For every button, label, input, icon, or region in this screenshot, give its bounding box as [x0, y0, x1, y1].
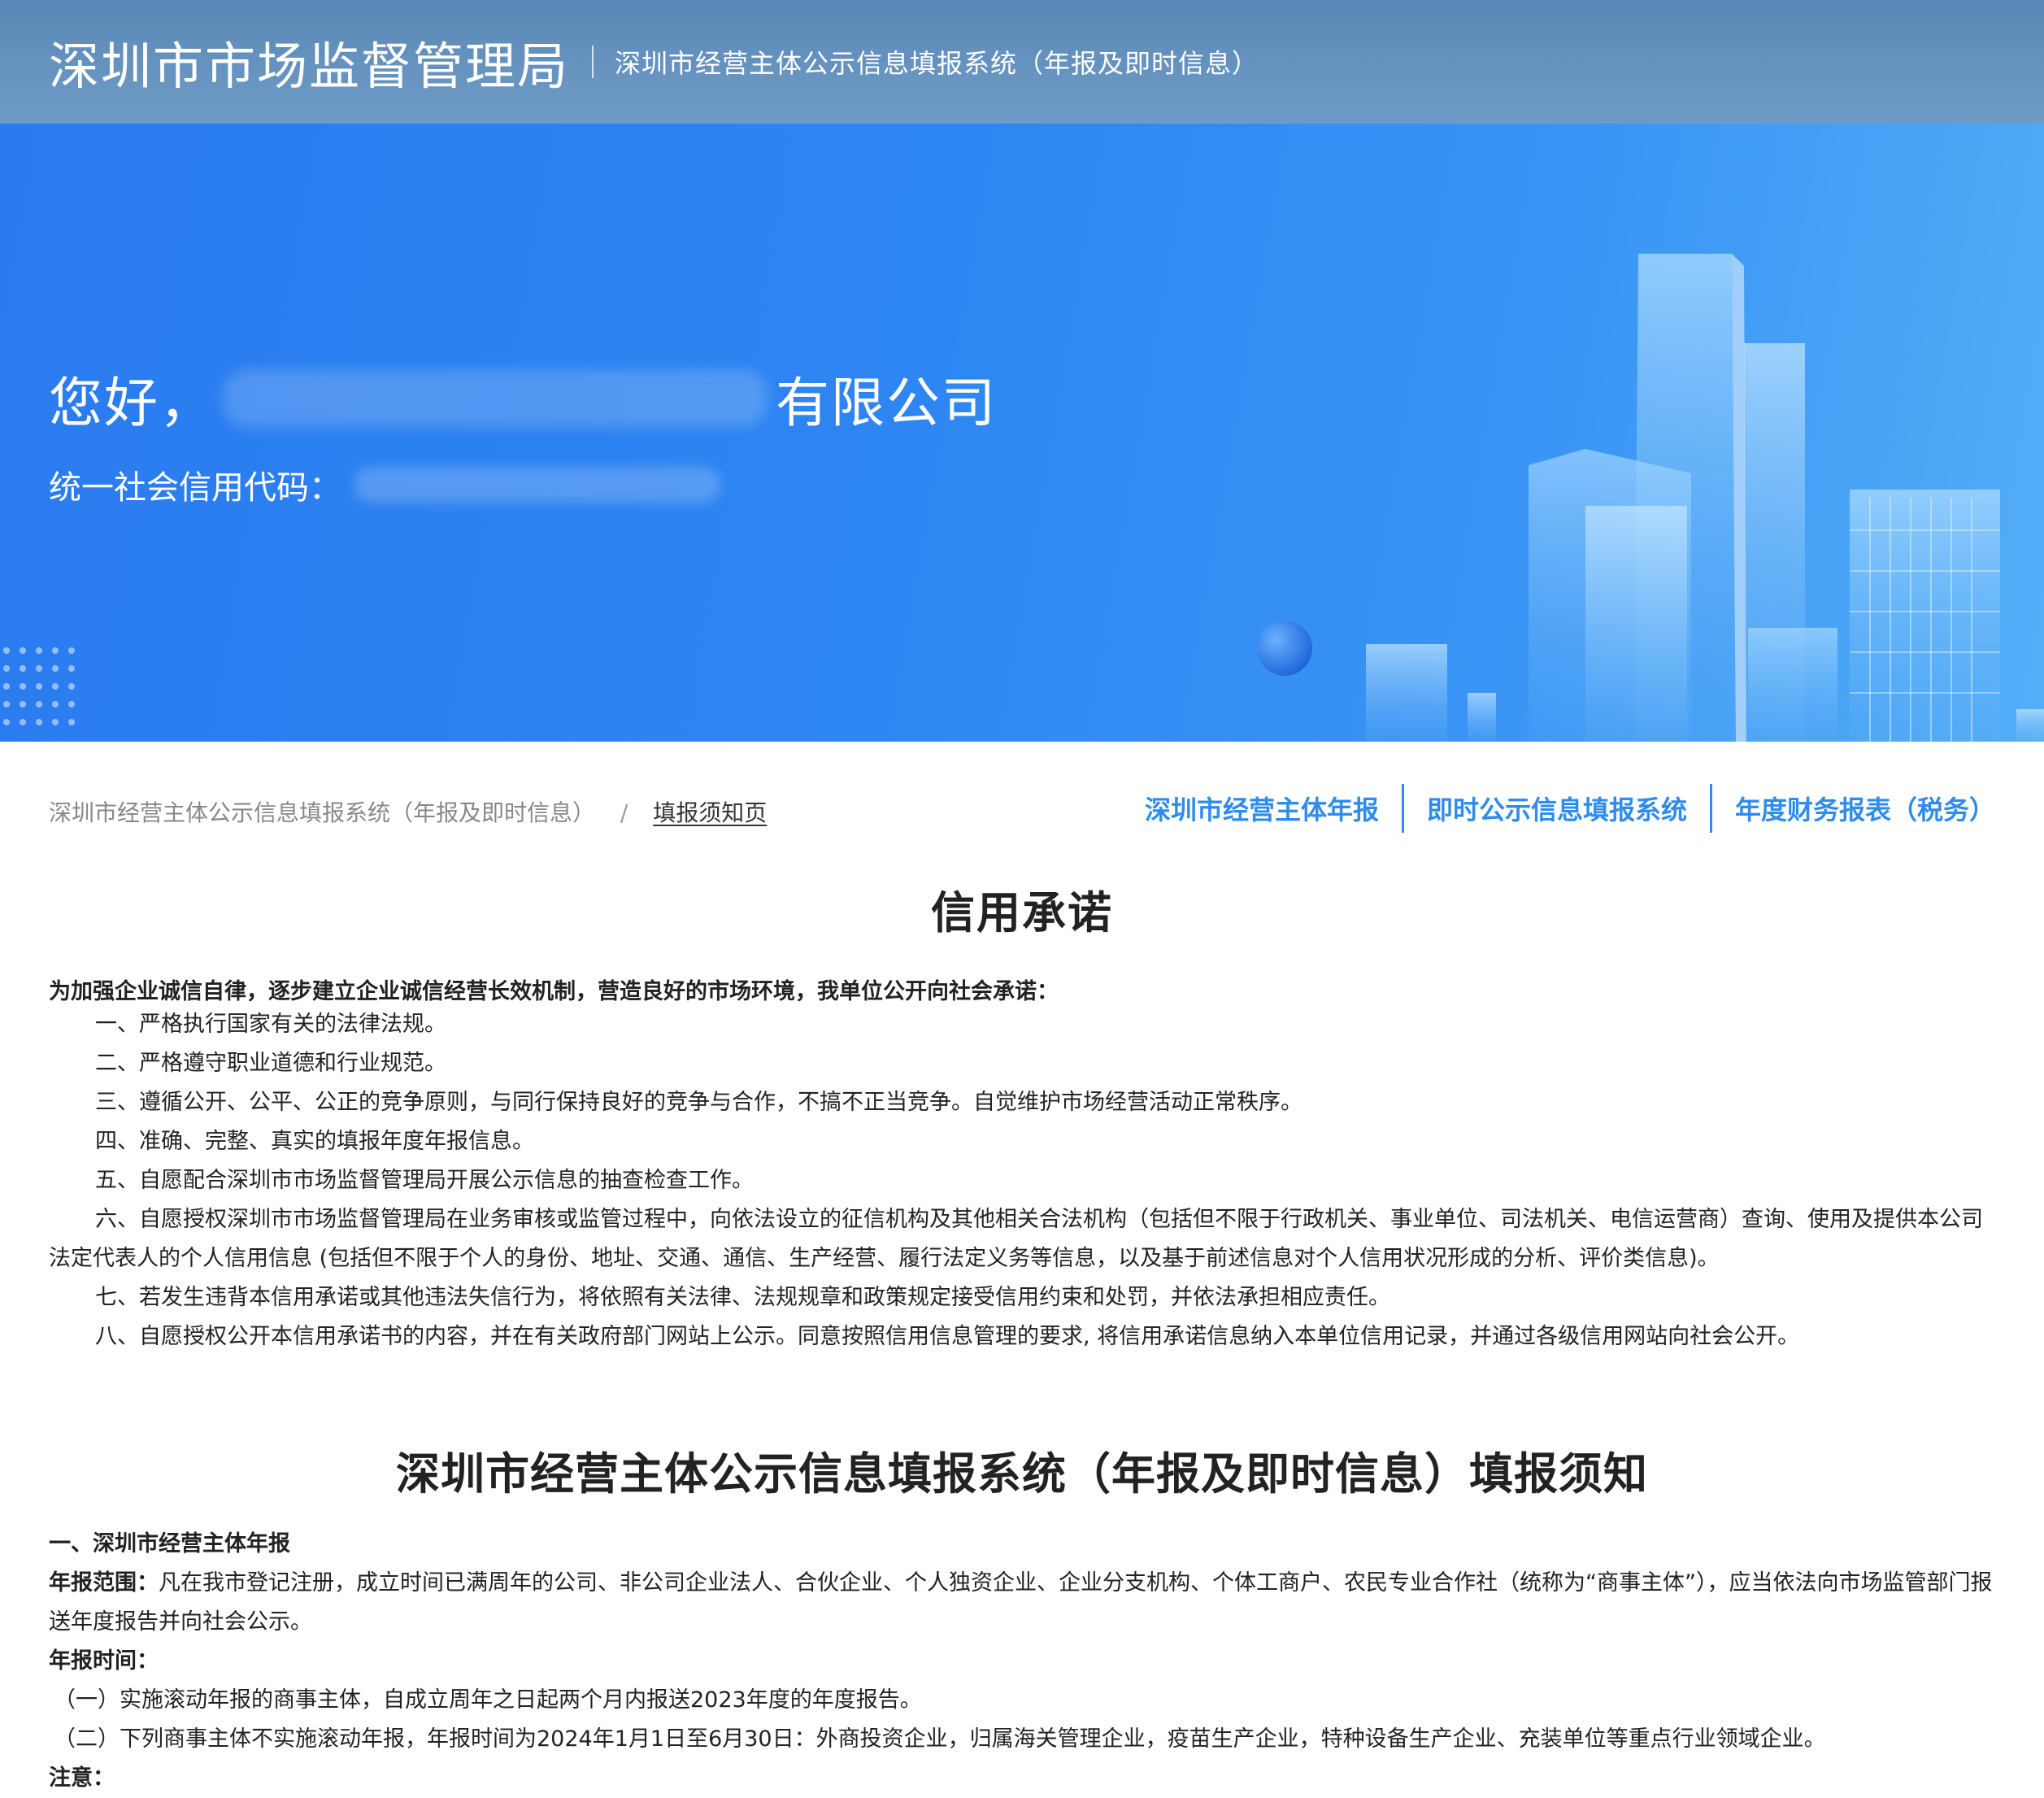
credit-code-redacted	[354, 467, 720, 503]
nav-annual-report-link[interactable]: 深圳市经营主体年报	[1122, 790, 1402, 827]
credit-code-label: 统一社会信用代码：	[49, 469, 341, 507]
greeting: 您好， 有限公司	[49, 359, 997, 438]
header-divider	[592, 46, 594, 78]
promise-item: 三、遵循公开、公平、公正的竞争原则，与同行保持良好的竞争与合作，不搞不正当竞争。…	[95, 1090, 1303, 1115]
company-suffix: 有限公司	[776, 372, 997, 434]
notice-title: 深圳市经营主体公示信息填报系统（年报及即时信息）填报须知	[396, 1448, 1648, 1500]
org-name: 深圳市市场监督管理局	[49, 37, 570, 96]
credit-promise-lead: 为加强企业诚信自律，逐步建立企业诚信经营长效机制，营造良好的市场环境，我单位公开…	[49, 979, 1059, 1004]
promise-item: 一、严格执行国家有关的法律法规。	[95, 1012, 446, 1037]
scope-text: 凡在我市登记注册，成立时间已满周年的公司、非公司企业法人、合伙企业、个人独资企业…	[49, 1570, 1993, 1635]
promise-item: 四、准确、完整、真实的填报年度年报信息。	[95, 1129, 534, 1154]
promise-item: 八、自愿授权公开本信用承诺书的内容，并在有关政府部门网站上公示。同意按照信用信息…	[95, 1324, 1800, 1349]
welcome-banner: 您好， 有限公司 统一社会信用代码：	[0, 124, 2044, 742]
promise-item: 七、若发生违背本信用承诺或其他违法失信行为，将依照有关法律、法规规章和政策规定接…	[95, 1285, 1390, 1310]
time-label: 年报时间：	[49, 1648, 159, 1674]
breadcrumb: 深圳市经营主体公示信息填报系统（年报及即时信息） / 填报须知页	[49, 795, 767, 828]
scope-label: 年报范围：	[49, 1570, 159, 1596]
dot-pattern-decoration	[3, 647, 75, 725]
nav-instant-info-link[interactable]: 即时公示信息填报系统	[1404, 790, 1710, 827]
time-item: （二）下列商事主体不实施滚动年报，年报时间为2024年1月1日至6月30日：外商…	[54, 1726, 1826, 1752]
company-name-redacted	[223, 370, 768, 427]
quick-nav: 深圳市经营主体年报 即时公示信息填报系统 年度财务报表（税务）	[1122, 784, 1995, 833]
scope-paragraph: 年报范围：凡在我市登记注册，成立时间已满周年的公司、非公司企业法人、合伙企业、个…	[49, 1564, 1995, 1642]
breadcrumb-root[interactable]: 深圳市经营主体公示信息填报系统（年报及即时信息）	[49, 799, 595, 826]
system-name: 深圳市经营主体公示信息填报系统（年报及即时信息）	[615, 48, 1259, 79]
promise-item: 五、自愿配合深圳市市场监督管理局开展公示信息的抽查检查工作。	[95, 1168, 754, 1193]
nav-financial-report-link[interactable]: 年度财务报表（税务）	[1712, 790, 1995, 827]
time-item: （一）实施滚动年报的商事主体，自成立周年之日起两个月内报送2023年度的年度报告…	[54, 1687, 922, 1713]
main-content: 信用承诺 为加强企业诚信自律，逐步建立企业诚信经营长效机制，营造良好的市场环境，…	[49, 862, 1995, 1798]
breadcrumb-current[interactable]: 填报须知页	[653, 799, 767, 826]
promise-item: 六、自愿授权深圳市市场监督管理局在业务审核或监管过程中，向依法设立的征信机构及其…	[49, 1207, 1983, 1271]
breadcrumb-separator: /	[620, 799, 628, 826]
site-header: 深圳市市场监督管理局 深圳市经营主体公示信息填报系统（年报及即时信息）	[0, 0, 2044, 124]
credit-code: 统一社会信用代码：	[49, 461, 720, 508]
greeting-prefix: 您好，	[49, 372, 215, 434]
promise-item: 二、严格遵守职业道德和行业规范。	[95, 1051, 446, 1076]
section-annual-report-title: 一、深圳市经营主体年报	[49, 1531, 290, 1556]
credit-promise-title: 信用承诺	[931, 887, 1113, 938]
